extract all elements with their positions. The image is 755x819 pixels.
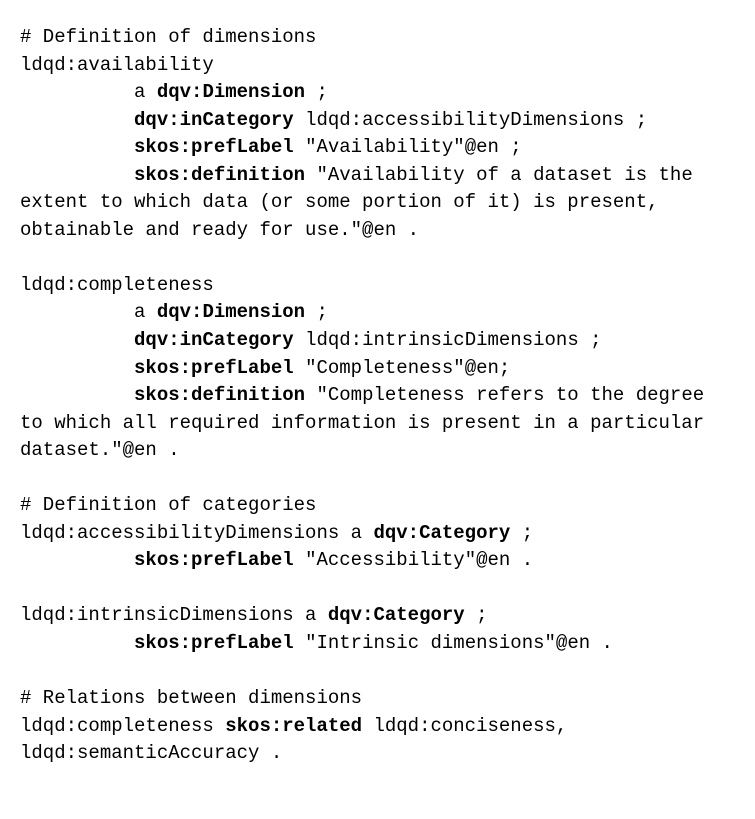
code-block: # Definition of dimensions ldqd:availabi… (20, 24, 735, 768)
code-text (20, 109, 134, 131)
code-keyword: skos:prefLabel (134, 357, 294, 379)
code-text (20, 384, 134, 406)
code-keyword: dqv:Dimension (157, 301, 305, 323)
code-text: ldqd:completeness (20, 715, 225, 737)
code-text (20, 357, 134, 379)
code-text: "Availability"@en ; (294, 136, 522, 158)
code-text (20, 136, 134, 158)
code-text: "Accessibility"@en . (294, 549, 533, 571)
code-text: a (20, 81, 157, 103)
code-text (20, 164, 134, 186)
code-text: # Definition of dimensions (20, 26, 316, 48)
code-text: ldqd:accessibilityDimensions ; (294, 109, 647, 131)
code-text (20, 549, 134, 571)
code-text: # Definition of categories (20, 494, 316, 516)
code-text: ldqd:intrinsicDimensions a (20, 604, 328, 626)
code-text (20, 329, 134, 351)
code-text: ldqd:completeness (20, 274, 214, 296)
code-text: a (20, 301, 157, 323)
code-text: # Relations between dimensions (20, 687, 362, 709)
code-keyword: skos:definition (134, 164, 305, 186)
code-text: ldqd:availability (20, 54, 214, 76)
code-keyword: skos:definition (134, 384, 305, 406)
code-text: ; (305, 301, 328, 323)
code-text: "Intrinsic dimensions"@en . (294, 632, 613, 654)
code-text: ; (465, 604, 488, 626)
code-text: ldqd:intrinsicDimensions ; (294, 329, 602, 351)
code-keyword: skos:prefLabel (134, 136, 294, 158)
code-keyword: skos:related (225, 715, 362, 737)
code-text (20, 632, 134, 654)
code-keyword: dqv:inCategory (134, 109, 294, 131)
code-keyword: dqv:inCategory (134, 329, 294, 351)
code-keyword: skos:prefLabel (134, 632, 294, 654)
code-keyword: dqv:Dimension (157, 81, 305, 103)
code-keyword: dqv:Category (328, 604, 465, 626)
code-keyword: skos:prefLabel (134, 549, 294, 571)
code-text: ; (305, 81, 328, 103)
code-text: ldqd:accessibilityDimensions a (20, 522, 373, 544)
code-text: ; (510, 522, 533, 544)
code-keyword: dqv:Category (373, 522, 510, 544)
code-text: "Completeness"@en; (294, 357, 511, 379)
